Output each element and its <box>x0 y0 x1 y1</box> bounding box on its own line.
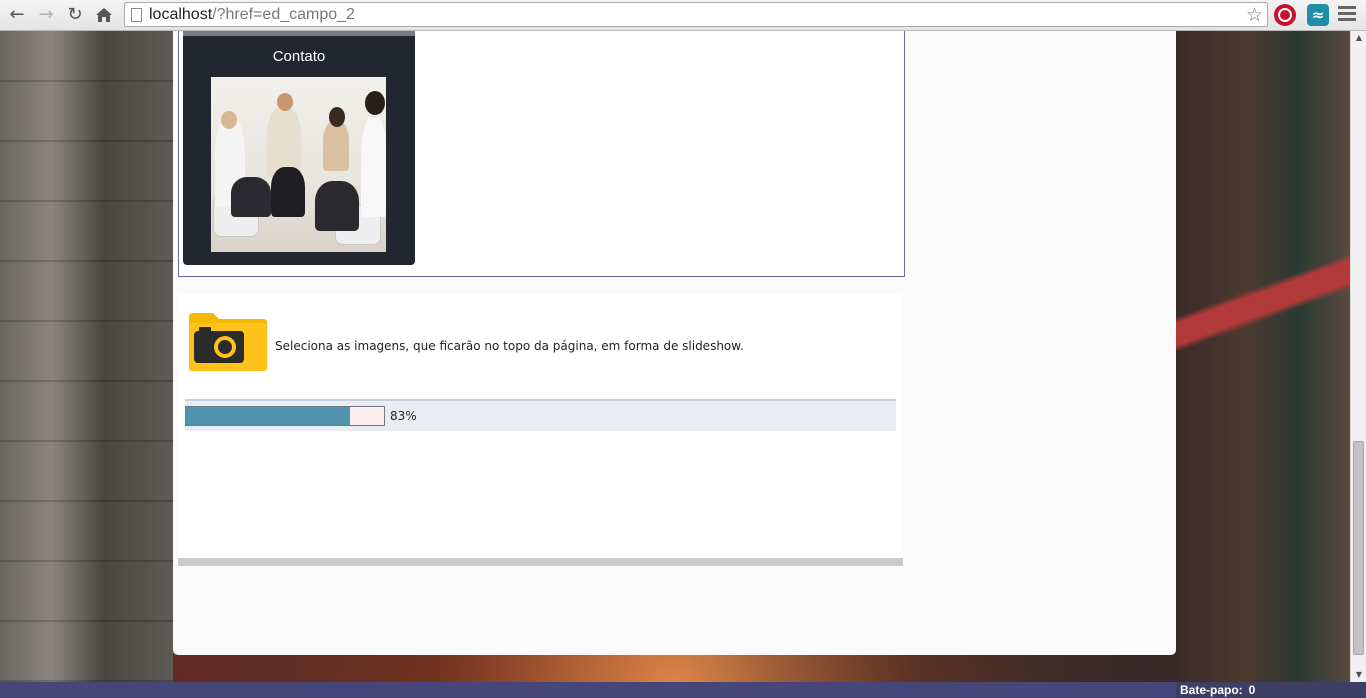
menu-icon[interactable] <box>1338 6 1356 24</box>
chat-widget[interactable]: Bate-papo: 0 <box>1176 682 1366 698</box>
url-text: localhost/?href=ed_campo_2 <box>149 6 355 23</box>
progress-strip: 83% <box>185 399 896 431</box>
progress-fill <box>186 407 351 425</box>
background-building-left <box>0 31 173 682</box>
upload-progress-bar <box>185 406 385 426</box>
upload-description: Seleciona as imagens, que ficarão no top… <box>275 339 744 353</box>
extension-teal-icon[interactable]: ≈ <box>1307 4 1329 26</box>
vertical-scrollbar[interactable]: ▲ ▼ <box>1350 31 1366 682</box>
chat-label: Bate-papo: <box>1180 683 1243 697</box>
background-street-right <box>1176 31 1350 682</box>
top-frame: Contato <box>178 31 905 277</box>
page-icon <box>131 8 142 22</box>
scroll-thumb[interactable] <box>1353 441 1364 655</box>
bottom-bar: Bate-papo: 0 <box>0 682 1366 698</box>
contact-title: Contato <box>272 48 326 65</box>
bookmark-star-icon[interactable]: ☆ <box>1246 4 1263 26</box>
contact-panel[interactable]: Contato <box>183 31 415 265</box>
content-card: Contato Seleciona as imagens, que ficarã… <box>173 31 1176 655</box>
extension-power-icon[interactable] <box>1274 4 1296 26</box>
progress-label: 83% <box>390 409 417 423</box>
chat-count: 0 <box>1248 683 1256 697</box>
address-bar[interactable]: localhost/?href=ed_campo_2 ☆ <box>124 2 1268 27</box>
group-meeting-photo <box>211 77 386 252</box>
upload-section: Seleciona as imagens, que ficarão no top… <box>178 293 903 558</box>
camera-folder-icon[interactable] <box>189 313 267 371</box>
scroll-up-icon[interactable]: ▲ <box>1351 31 1366 45</box>
reload-icon[interactable]: ↻ <box>63 3 87 27</box>
section-divider <box>178 558 903 566</box>
back-icon[interactable]: ← <box>5 3 29 27</box>
page-viewport: Contato Seleciona as imagens, que ficarã… <box>0 31 1350 682</box>
scroll-down-icon[interactable]: ▼ <box>1351 668 1366 682</box>
home-icon[interactable] <box>92 3 116 27</box>
browser-toolbar: ← → ↻ localhost/?href=ed_campo_2 ☆ ≈ <box>0 0 1366 31</box>
forward-icon[interactable]: → <box>34 3 58 27</box>
